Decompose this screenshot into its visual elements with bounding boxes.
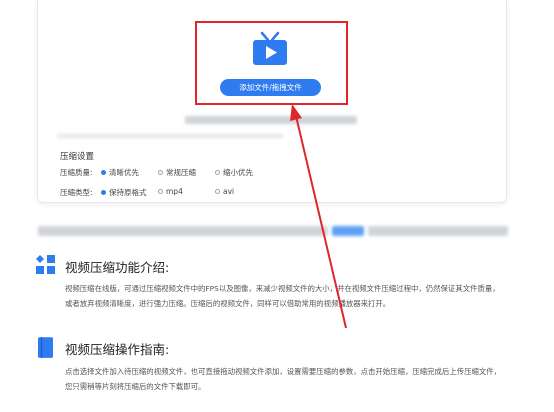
- blurred-text: [38, 226, 328, 236]
- radio-label: 缩小优先: [223, 168, 253, 177]
- type-label: 压缩类型:: [60, 188, 93, 197]
- radio-dot-icon: [101, 170, 106, 175]
- radio-label: mp4: [166, 187, 183, 196]
- radio-type-mp4[interactable]: mp4: [158, 187, 183, 196]
- settings-title: 压缩设置: [60, 152, 95, 162]
- blurred-link: [332, 226, 364, 236]
- radio-type-original[interactable]: 保持原格式: [101, 187, 147, 198]
- radio-label: 保持原格式: [109, 188, 147, 197]
- blurred-text: [185, 116, 357, 124]
- guide-paragraph: 点击选择文件加入待压缩的视频文件，也可直接拖动视频文件添加，设置需要压缩的参数，…: [65, 367, 502, 391]
- grid-blocks-icon: [36, 255, 55, 274]
- book-icon: [38, 337, 53, 358]
- radio-quality-normal[interactable]: 常规压缩: [158, 167, 196, 178]
- quality-label: 压缩质量:: [60, 168, 93, 177]
- radio-label: 常规压缩: [166, 168, 196, 177]
- radio-type-avi[interactable]: avi: [215, 187, 234, 196]
- intro-heading: 视频压缩功能介绍:: [65, 260, 170, 275]
- blurred-text: [57, 134, 283, 138]
- radio-label: avi: [223, 187, 235, 196]
- radio-dot-icon: [215, 170, 220, 175]
- blurred-text: [368, 226, 508, 236]
- radio-label: 清晰优先: [109, 168, 139, 177]
- annotation-highlight-box: [195, 21, 348, 105]
- radio-dot-icon: [215, 189, 220, 194]
- radio-dot-icon: [101, 190, 106, 195]
- intro-paragraph: 视频压缩在线版，可通过压缩视频文件中的FPS以及图像，来减少视频文件的大小，并在…: [65, 284, 500, 308]
- radio-quality-clear[interactable]: 清晰优先: [101, 167, 139, 178]
- guide-heading: 视频压缩操作指南:: [65, 342, 170, 357]
- radio-quality-smaller[interactable]: 缩小优先: [215, 167, 253, 178]
- radio-dot-icon: [158, 170, 163, 175]
- radio-dot-icon: [158, 189, 163, 194]
